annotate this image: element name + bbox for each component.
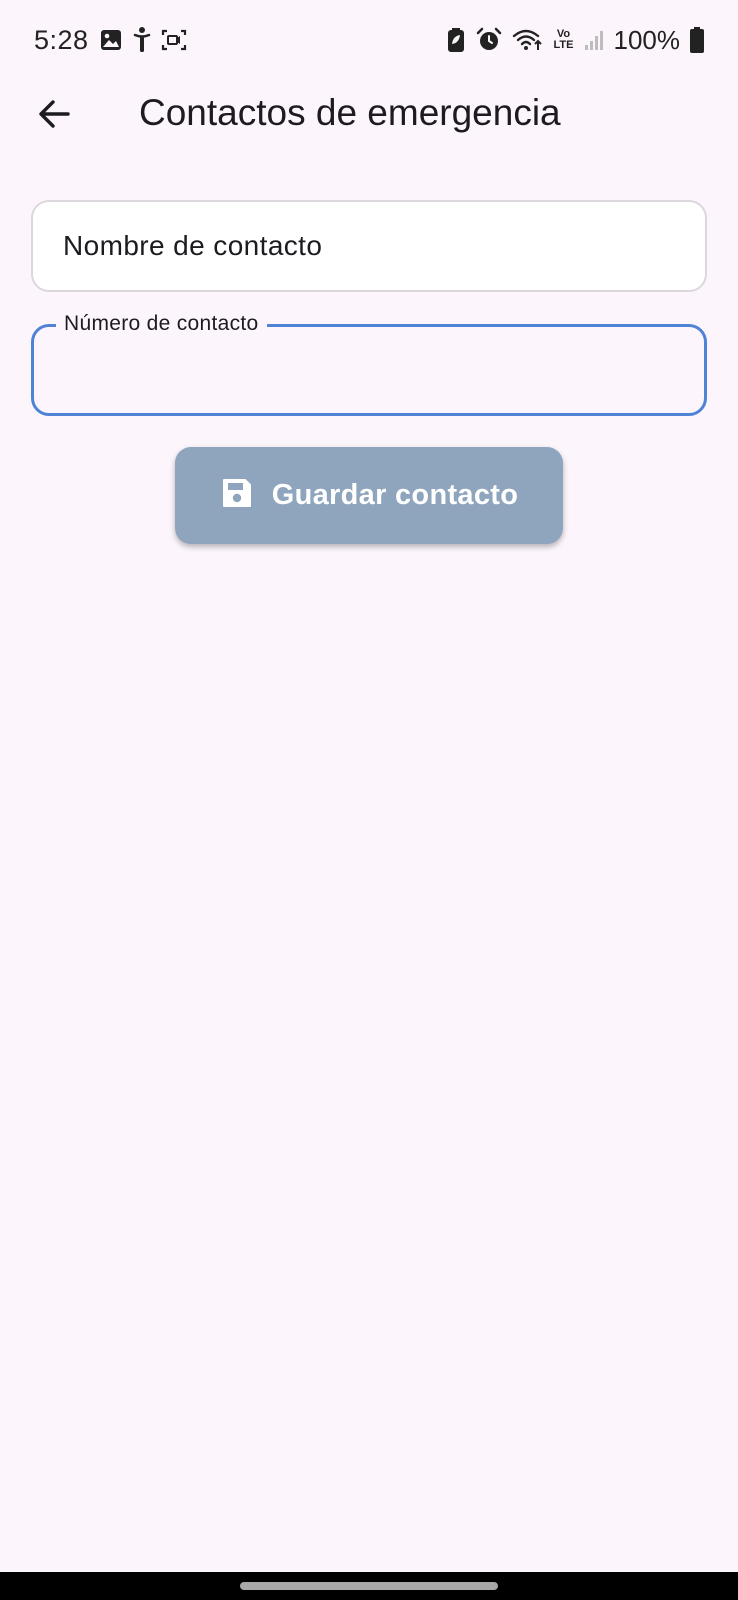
contact-name-field[interactable]: Nombre de contacto	[31, 200, 707, 292]
status-bar-right: Vo LTE 100%	[446, 25, 704, 56]
screen-record-icon	[161, 28, 187, 52]
signal-icon	[584, 29, 604, 51]
status-time: 5:28	[34, 24, 89, 55]
app-bar: Contactos de emergencia	[0, 80, 738, 152]
accessibility-icon	[133, 26, 151, 54]
status-bar-left: 5:28	[34, 25, 187, 56]
arrow-back-icon	[36, 96, 72, 137]
save-icon	[220, 476, 254, 515]
battery-icon	[690, 27, 704, 53]
gallery-icon	[99, 28, 123, 52]
navigation-bar	[0, 1572, 738, 1600]
alarm-icon	[476, 27, 502, 53]
contact-number-field[interactable]: Número de contacto	[31, 309, 707, 416]
battery-percent: 100%	[613, 24, 681, 55]
screen: 5:28 Vo LTE 100% Contactos de emergencia…	[0, 0, 738, 1600]
back-button[interactable]	[32, 94, 76, 138]
status-bar: 5:28 Vo LTE 100%	[0, 0, 738, 80]
save-contact-label: Guardar contacto	[271, 479, 519, 511]
home-gesture-handle[interactable]	[240, 1582, 498, 1590]
battery-saver-icon	[446, 27, 466, 53]
save-contact-button[interactable]: Guardar contacto	[175, 447, 563, 544]
page-title: Contactos de emergencia	[139, 92, 561, 133]
volte-bottom-label: LTE	[553, 39, 574, 51]
contact-number-label: Número de contacto	[56, 309, 267, 339]
volte-icon: Vo LTE	[554, 29, 574, 51]
contact-name-placeholder: Nombre de contacto	[63, 230, 323, 261]
wifi-icon	[512, 28, 544, 52]
